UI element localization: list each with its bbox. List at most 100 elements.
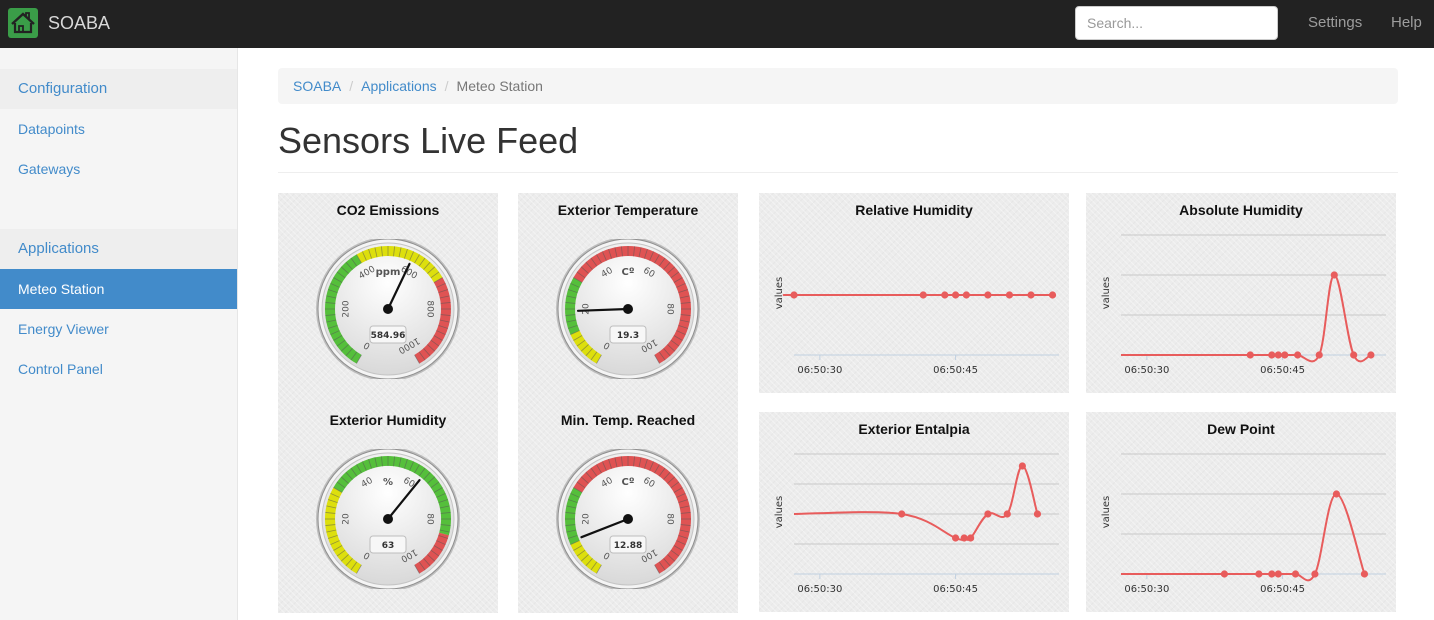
gauge-tick-label: 80 [665,513,675,525]
x-axis-tick-label: 06:50:30 [1124,365,1169,376]
sidebar-item-meteo-station[interactable]: Meteo Station [0,269,237,309]
series-line [793,464,1039,541]
gauge-unit-label: Cº [622,267,635,278]
brand[interactable]: SOABA [8,7,110,39]
gauge-tick-label: 20 [582,303,592,315]
data-point [1330,271,1338,279]
exterior-entalpia-chart: 06:50:30 06:50:45 values [774,453,1059,595]
data-point [1281,351,1289,359]
sidebar-item-gateways[interactable]: Gateways [0,149,237,189]
absolute-humidity-chart: 06:50:30 06:50:45 values [1101,234,1386,376]
y-axis-label: values [774,277,785,310]
x-axis-tick-label: 06:50:45 [1260,584,1305,595]
gauge-tick-label: 200 [342,300,352,317]
gauge-unit-label: ppm [376,267,401,278]
data-point [1274,570,1282,578]
temperature-gauge: 02040 6080100Cº19.3 [556,239,700,379]
x-axis-tick-label: 06:50:30 [797,584,842,595]
data-point [951,291,960,299]
brand-name[interactable]: SOABA [48,13,110,34]
top-navbar: SOABA Settings Help [0,0,1434,48]
data-point [1274,351,1282,359]
gauge-pivot [383,514,393,524]
breadcrumb: SOABA / Applications / Meteo Station [278,68,1398,104]
y-axis-label: values [1101,496,1112,529]
gauge-pivot [623,514,633,524]
series-line [1121,492,1366,582]
gauge-tick-label: 80 [425,513,435,525]
data-point [1005,291,1014,299]
data-point [1033,510,1042,518]
data-point [1003,510,1011,518]
gauge-value-label: 19.3 [617,331,639,341]
gauge-pivot [623,304,633,314]
data-point [790,291,798,299]
gauge-unit-label: % [383,477,393,488]
x-axis-tick-label: 06:50:30 [797,365,842,376]
gauge-value-label: 12.88 [614,541,642,551]
data-point [1220,570,1229,578]
title-divider [278,172,1398,173]
data-point [1291,570,1300,578]
search-input[interactable] [1075,6,1278,40]
data-point [1018,462,1026,470]
breadcrumb-separator: / [349,78,354,94]
data-point [898,510,906,518]
gauge-pivot [383,304,393,314]
gauge-unit-label: Cº [622,477,635,488]
y-axis-label: values [1101,277,1112,310]
data-point [1255,570,1263,578]
data-point [1294,351,1302,359]
gauge-title: Exterior Humidity [329,412,447,428]
gauge-title: Min. Temp. Reached [560,412,696,428]
relative-humidity-chart: 06:50:30 06:50:45 values [774,277,1059,376]
gauge-tick-label: 20 [342,513,352,525]
sidebar-item-energy-viewer[interactable]: Energy Viewer [0,309,237,349]
gauge-panel-left: CO2 Emissions 0 200 400 600 800 1000 ppm 584.96… [278,193,498,613]
help-link[interactable]: Help [1391,14,1422,31]
breadcrumb-current: Meteo Station [456,78,543,94]
x-axis-tick-label: 06:50:45 [1260,365,1305,376]
sidebar: Configuration Datapoints Gateways Applic… [0,48,238,620]
data-point [941,291,949,299]
chart-panel-absolute-humidity: Absolute Humidity 06:50:30 06:50:45 values [1086,193,1396,393]
data-point [1332,490,1341,498]
data-point [1246,351,1254,359]
x-axis-tick-label: 06:50:45 [933,365,978,376]
data-point [1268,351,1276,359]
sidebar-header-configuration[interactable]: Configuration [0,69,237,109]
series-line [1121,273,1372,363]
data-point [1350,351,1358,359]
data-point [967,534,975,542]
data-point [1311,570,1319,578]
y-axis-label: values [774,496,785,529]
gauge-panel-right: Exterior Temperature 0 20 40 60 80 100 Cº 19.3 … [518,193,738,613]
gauge-value-label: 584.96 [371,331,406,341]
sidebar-item-control-panel[interactable]: Control Panel [0,349,237,389]
sidebar-header-applications[interactable]: Applications [0,229,237,269]
breadcrumb-applications[interactable]: Applications [361,78,437,94]
data-point [1360,570,1369,578]
co2-gauge: 0200400 6008001000ppm584.96 [316,239,460,379]
chart-panel-exterior-entalpia: Exterior Entalpia 06:50:30 06:50:45 values [759,412,1069,612]
data-point [1268,570,1276,578]
dew-point-chart: 06:50:30 06:50:45 values [1101,453,1386,595]
sidebar-item-datapoints[interactable]: Datapoints [0,109,237,149]
min-temp-gauge: 02040 6080100Cº12.88 [556,449,700,589]
gauge-value-label: 63 [382,541,395,551]
data-point [962,291,970,299]
x-axis-tick-label: 06:50:45 [933,584,978,595]
data-point [984,291,992,299]
chart-panel-dew-point: Dew Point 06:50:30 06:50:45 values [1086,412,1396,612]
humidity-gauge: 02040 6080100%63 [316,449,460,589]
data-point [1315,351,1323,359]
breadcrumb-soaba[interactable]: SOABA [293,78,341,94]
breadcrumb-separator: / [444,78,449,94]
gauge-tick-label: 20 [582,513,592,525]
home-logo-icon [8,8,38,38]
settings-link[interactable]: Settings [1308,14,1362,31]
x-axis-tick-label: 06:50:30 [1124,584,1169,595]
data-point [984,510,992,518]
gauge-title: Exterior Temperature [557,202,699,218]
data-point [919,291,927,299]
